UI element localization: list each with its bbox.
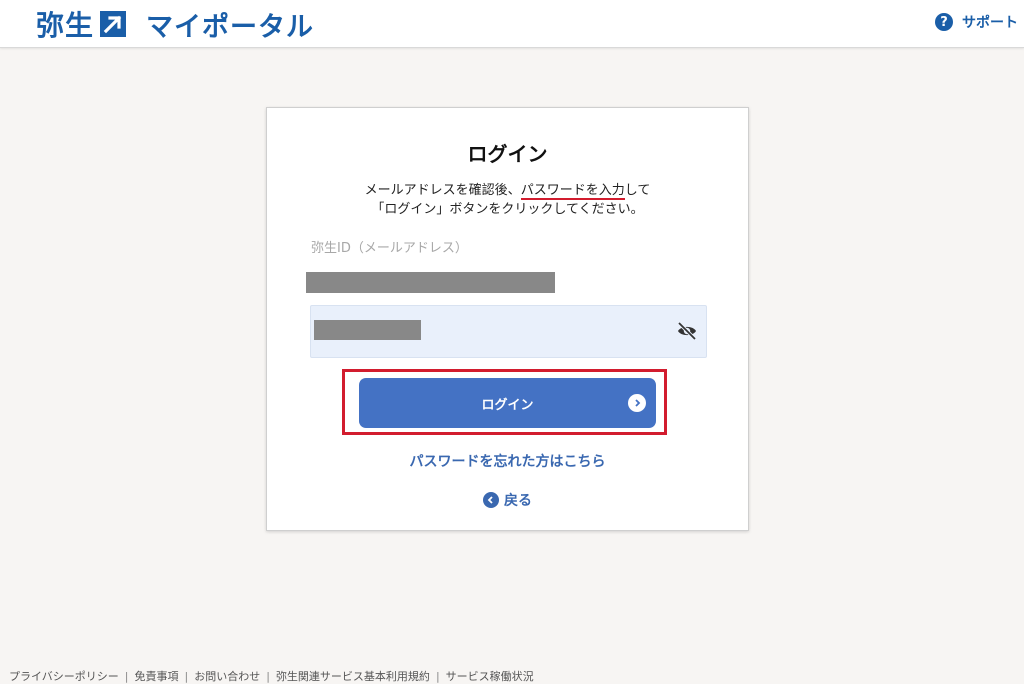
instruction-text-pre: メールアドレスを確認後、 [364, 183, 521, 198]
portal-title: マイポータル [146, 11, 315, 43]
footer-links: プライバシーポリシー | 免責事項 | お問い合わせ | 弥生関連サービス基本利… [9, 668, 534, 684]
instruction-text-post: して [624, 183, 651, 198]
footer-link-disclaimer[interactable]: 免責事項 [135, 668, 179, 684]
yayoi-logo[interactable]: 弥生 マイポータル [36, 6, 315, 43]
support-label: サポート [962, 15, 1018, 31]
login-card: ログイン メールアドレスを確認後、パスワードを入力して 「ログイン」ボタンをクリ… [266, 107, 749, 531]
login-button-label: ログイン [481, 397, 534, 413]
footer-link-contact[interactable]: お問い合わせ [194, 668, 260, 684]
logo-arrow-icon [100, 11, 127, 37]
footer-separator: | [435, 669, 440, 683]
yayoi-id-label: 弥生ID（メールアドレス） [311, 241, 468, 256]
back-link[interactable]: 戻る [267, 490, 748, 510]
footer-separator: | [266, 669, 270, 683]
back-link-label: 戻る [504, 493, 532, 509]
redacted-password-value [314, 320, 421, 340]
footer-link-status[interactable]: サービス稼働状況 [446, 668, 534, 684]
instruction-line-2: 「ログイン」ボタンをクリックしてください。 [371, 202, 644, 217]
chevron-right-circle-icon [628, 394, 646, 412]
footer-link-privacy[interactable]: プライバシーポリシー [9, 668, 119, 684]
logo-text: 弥生 [36, 9, 95, 42]
forgot-password-link[interactable]: パスワードを忘れた方はこちら [267, 451, 748, 471]
eye-slash-icon[interactable] [676, 321, 698, 341]
footer-separator: | [184, 669, 189, 683]
footer-link-terms[interactable]: 弥生関連サービス基本利用規約 [276, 668, 430, 684]
password-field[interactable] [310, 305, 707, 358]
question-circle-icon: ? [935, 13, 953, 31]
login-title: ログイン [467, 142, 548, 166]
footer-separator: | [124, 669, 129, 683]
login-instruction: メールアドレスを確認後、パスワードを入力して 「ログイン」ボタンをクリックしてく… [267, 181, 748, 219]
login-button[interactable]: ログイン [359, 378, 656, 428]
support-link[interactable]: ? サポート [935, 12, 1018, 32]
redacted-email-value [306, 272, 555, 293]
chevron-left-circle-icon [483, 492, 499, 508]
top-header: 弥生 マイポータル ? サポート [0, 0, 1024, 48]
instruction-highlight: パスワードを入力 [520, 183, 625, 200]
instruction-line-1: メールアドレスを確認後、パスワードを入力して [267, 181, 748, 200]
